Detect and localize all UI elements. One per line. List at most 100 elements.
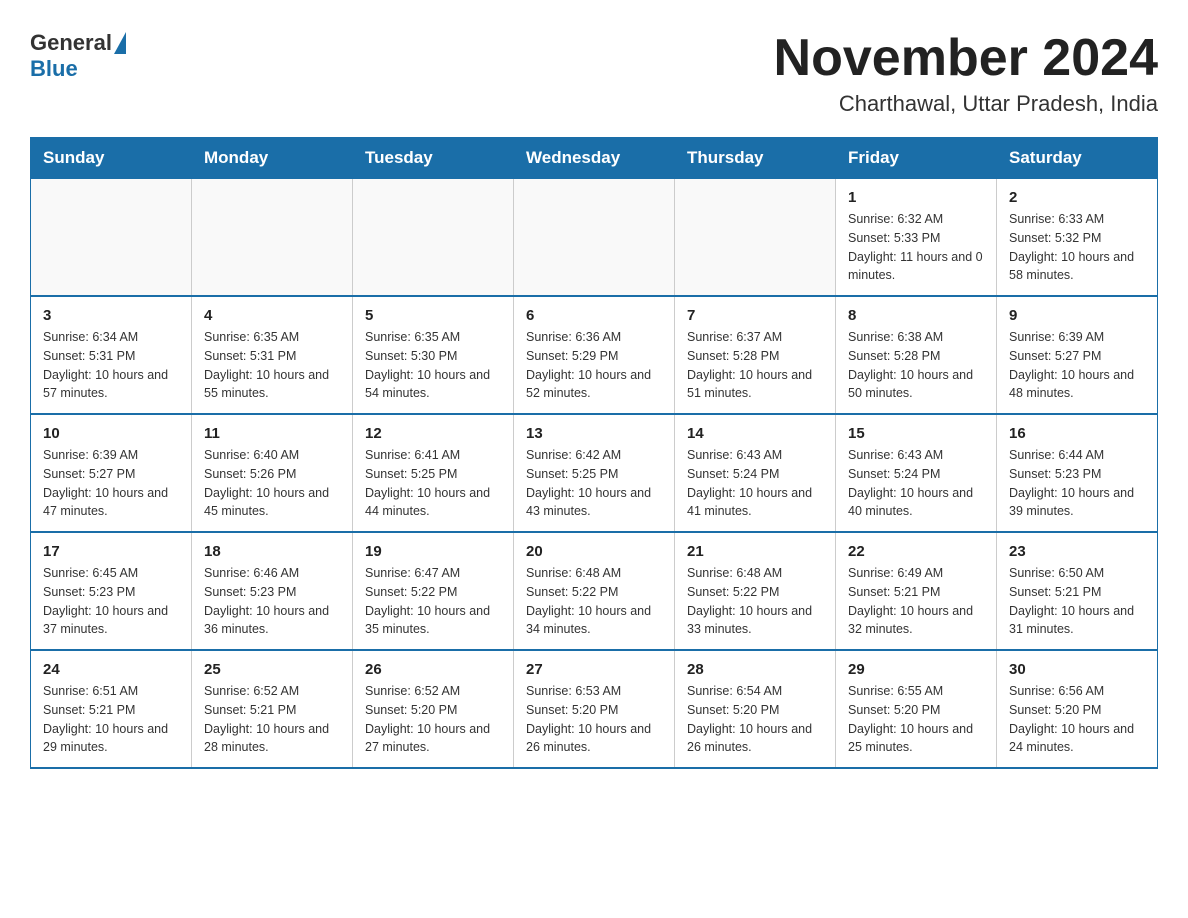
day-info: Sunrise: 6:40 AM Sunset: 5:26 PM Dayligh… (204, 446, 340, 521)
day-info: Sunrise: 6:52 AM Sunset: 5:21 PM Dayligh… (204, 682, 340, 757)
calendar-day-cell (514, 179, 675, 297)
day-info: Sunrise: 6:45 AM Sunset: 5:23 PM Dayligh… (43, 564, 179, 639)
calendar-day-cell: 23 Sunrise: 6:50 AM Sunset: 5:21 PM Dayli… (997, 532, 1158, 650)
day-info: Sunrise: 6:35 AM Sunset: 5:31 PM Dayligh… (204, 328, 340, 403)
day-info: Sunrise: 6:43 AM Sunset: 5:24 PM Dayligh… (687, 446, 823, 521)
day-number: 22 (848, 543, 984, 560)
day-info: Sunrise: 6:48 AM Sunset: 5:22 PM Dayligh… (687, 564, 823, 639)
calendar-day-cell: 25 Sunrise: 6:52 AM Sunset: 5:21 PM Dayli… (192, 650, 353, 768)
day-number: 27 (526, 661, 662, 678)
calendar-day-cell: 18Sunrise: 6:46 AM Sunset: 5:23 PM Dayli… (192, 532, 353, 650)
calendar-week-row: 1Sunrise: 6:32 AM Sunset: 5:33 PM Daylig… (31, 179, 1158, 297)
day-info: Sunrise: 6:35 AM Sunset: 5:30 PM Dayligh… (365, 328, 501, 403)
calendar-day-cell: 9 Sunrise: 6:39 AM Sunset: 5:27 PM Daylig… (997, 296, 1158, 414)
calendar-day-cell: 3 Sunrise: 6:34 AM Sunset: 5:31 PM Daylig… (31, 296, 192, 414)
location-title: Charthawal, Uttar Pradesh, India (774, 91, 1158, 117)
day-info: Sunrise: 6:36 AM Sunset: 5:29 PM Dayligh… (526, 328, 662, 403)
logo-general-text: General (30, 30, 112, 56)
day-number: 5 (365, 307, 501, 324)
day-info: Sunrise: 6:33 AM Sunset: 5:32 PM Dayligh… (1009, 210, 1145, 285)
day-number: 15 (848, 425, 984, 442)
day-info: Sunrise: 6:44 AM Sunset: 5:23 PM Dayligh… (1009, 446, 1145, 521)
day-number: 9 (1009, 307, 1145, 324)
logo-triangle-icon (114, 32, 126, 54)
day-info: Sunrise: 6:51 AM Sunset: 5:21 PM Dayligh… (43, 682, 179, 757)
day-number: 14 (687, 425, 823, 442)
day-number: 25 (204, 661, 340, 678)
day-info: Sunrise: 6:53 AM Sunset: 5:20 PM Dayligh… (526, 682, 662, 757)
day-info: Sunrise: 6:42 AM Sunset: 5:25 PM Dayligh… (526, 446, 662, 521)
day-number: 16 (1009, 425, 1145, 442)
calendar-day-cell: 24 Sunrise: 6:51 AM Sunset: 5:21 PM Dayli… (31, 650, 192, 768)
calendar-day-cell: 15 Sunrise: 6:43 AM Sunset: 5:24 PM Dayli… (836, 414, 997, 532)
day-info: Sunrise: 6:49 AM Sunset: 5:21 PM Dayligh… (848, 564, 984, 639)
calendar-day-cell: 26 Sunrise: 6:52 AM Sunset: 5:20 PM Dayli… (353, 650, 514, 768)
calendar-day-cell (675, 179, 836, 297)
day-number: 6 (526, 307, 662, 324)
day-number: 18 (204, 543, 340, 560)
day-number: 23 (1009, 543, 1145, 560)
day-of-week-header: Sunday (31, 138, 192, 179)
day-number: 17 (43, 543, 179, 560)
calendar-header: SundayMondayTuesdayWednesdayThursdayFrid… (31, 138, 1158, 179)
day-number: 11 (204, 425, 340, 442)
day-number: 12 (365, 425, 501, 442)
day-of-week-header: Wednesday (514, 138, 675, 179)
calendar-day-cell: 14 Sunrise: 6:43 AM Sunset: 5:24 PM Dayli… (675, 414, 836, 532)
day-number: 19 (365, 543, 501, 560)
day-info: Sunrise: 6:38 AM Sunset: 5:28 PM Dayligh… (848, 328, 984, 403)
calendar-week-row: 10Sunrise: 6:39 AM Sunset: 5:27 PM Dayli… (31, 414, 1158, 532)
day-number: 7 (687, 307, 823, 324)
calendar-day-cell: 21 Sunrise: 6:48 AM Sunset: 5:22 PM Dayli… (675, 532, 836, 650)
day-number: 3 (43, 307, 179, 324)
calendar-day-cell: 6 Sunrise: 6:36 AM Sunset: 5:29 PM Daylig… (514, 296, 675, 414)
day-number: 10 (43, 425, 179, 442)
calendar-day-cell: 2 Sunrise: 6:33 AM Sunset: 5:32 PM Daylig… (997, 179, 1158, 297)
day-info: Sunrise: 6:52 AM Sunset: 5:20 PM Dayligh… (365, 682, 501, 757)
day-info: Sunrise: 6:50 AM Sunset: 5:21 PM Dayligh… (1009, 564, 1145, 639)
day-info: Sunrise: 6:39 AM Sunset: 5:27 PM Dayligh… (1009, 328, 1145, 403)
day-number: 30 (1009, 661, 1145, 678)
day-number: 28 (687, 661, 823, 678)
day-of-week-header: Saturday (997, 138, 1158, 179)
month-title: November 2024 (774, 30, 1158, 87)
day-number: 1 (848, 189, 984, 206)
day-info: Sunrise: 6:41 AM Sunset: 5:25 PM Dayligh… (365, 446, 501, 521)
calendar-day-cell (31, 179, 192, 297)
day-info: Sunrise: 6:34 AM Sunset: 5:31 PM Dayligh… (43, 328, 179, 403)
calendar-day-cell: 5 Sunrise: 6:35 AM Sunset: 5:30 PM Daylig… (353, 296, 514, 414)
logo-blue-text: Blue (30, 56, 78, 82)
calendar-day-cell: 28 Sunrise: 6:54 AM Sunset: 5:20 PM Dayli… (675, 650, 836, 768)
day-info: Sunrise: 6:37 AM Sunset: 5:28 PM Dayligh… (687, 328, 823, 403)
day-info: Sunrise: 6:48 AM Sunset: 5:22 PM Dayligh… (526, 564, 662, 639)
day-info: Sunrise: 6:47 AM Sunset: 5:22 PM Dayligh… (365, 564, 501, 639)
day-info: Sunrise: 6:55 AM Sunset: 5:20 PM Dayligh… (848, 682, 984, 757)
calendar-day-cell: 22 Sunrise: 6:49 AM Sunset: 5:21 PM Dayli… (836, 532, 997, 650)
calendar-day-cell: 12 Sunrise: 6:41 AM Sunset: 5:25 PM Dayli… (353, 414, 514, 532)
calendar-day-cell: 17 Sunrise: 6:45 AM Sunset: 5:23 PM Dayli… (31, 532, 192, 650)
calendar-day-cell: 11 Sunrise: 6:40 AM Sunset: 5:26 PM Dayli… (192, 414, 353, 532)
day-number: 13 (526, 425, 662, 442)
calendar-table: SundayMondayTuesdayWednesdayThursdayFrid… (30, 137, 1158, 769)
calendar-day-cell (192, 179, 353, 297)
day-number: 24 (43, 661, 179, 678)
logo: General Blue (30, 30, 126, 82)
day-number: 2 (1009, 189, 1145, 206)
calendar-day-cell: 30 Sunrise: 6:56 AM Sunset: 5:20 PM Dayli… (997, 650, 1158, 768)
title-section: November 2024 Charthawal, Uttar Pradesh,… (774, 30, 1158, 117)
day-info: Sunrise: 6:54 AM Sunset: 5:20 PM Dayligh… (687, 682, 823, 757)
calendar-week-row: 17 Sunrise: 6:45 AM Sunset: 5:23 PM Dayli… (31, 532, 1158, 650)
calendar-day-cell: 10Sunrise: 6:39 AM Sunset: 5:27 PM Dayli… (31, 414, 192, 532)
calendar-day-cell: 29 Sunrise: 6:55 AM Sunset: 5:20 PM Dayli… (836, 650, 997, 768)
day-info: Sunrise: 6:56 AM Sunset: 5:20 PM Dayligh… (1009, 682, 1145, 757)
day-number: 4 (204, 307, 340, 324)
day-number: 21 (687, 543, 823, 560)
calendar-day-cell: 20Sunrise: 6:48 AM Sunset: 5:22 PM Dayli… (514, 532, 675, 650)
day-info: Sunrise: 6:43 AM Sunset: 5:24 PM Dayligh… (848, 446, 984, 521)
day-of-week-header: Tuesday (353, 138, 514, 179)
calendar-week-row: 24 Sunrise: 6:51 AM Sunset: 5:21 PM Dayli… (31, 650, 1158, 768)
day-of-week-header: Thursday (675, 138, 836, 179)
day-number: 29 (848, 661, 984, 678)
day-of-week-header: Monday (192, 138, 353, 179)
day-number: 26 (365, 661, 501, 678)
